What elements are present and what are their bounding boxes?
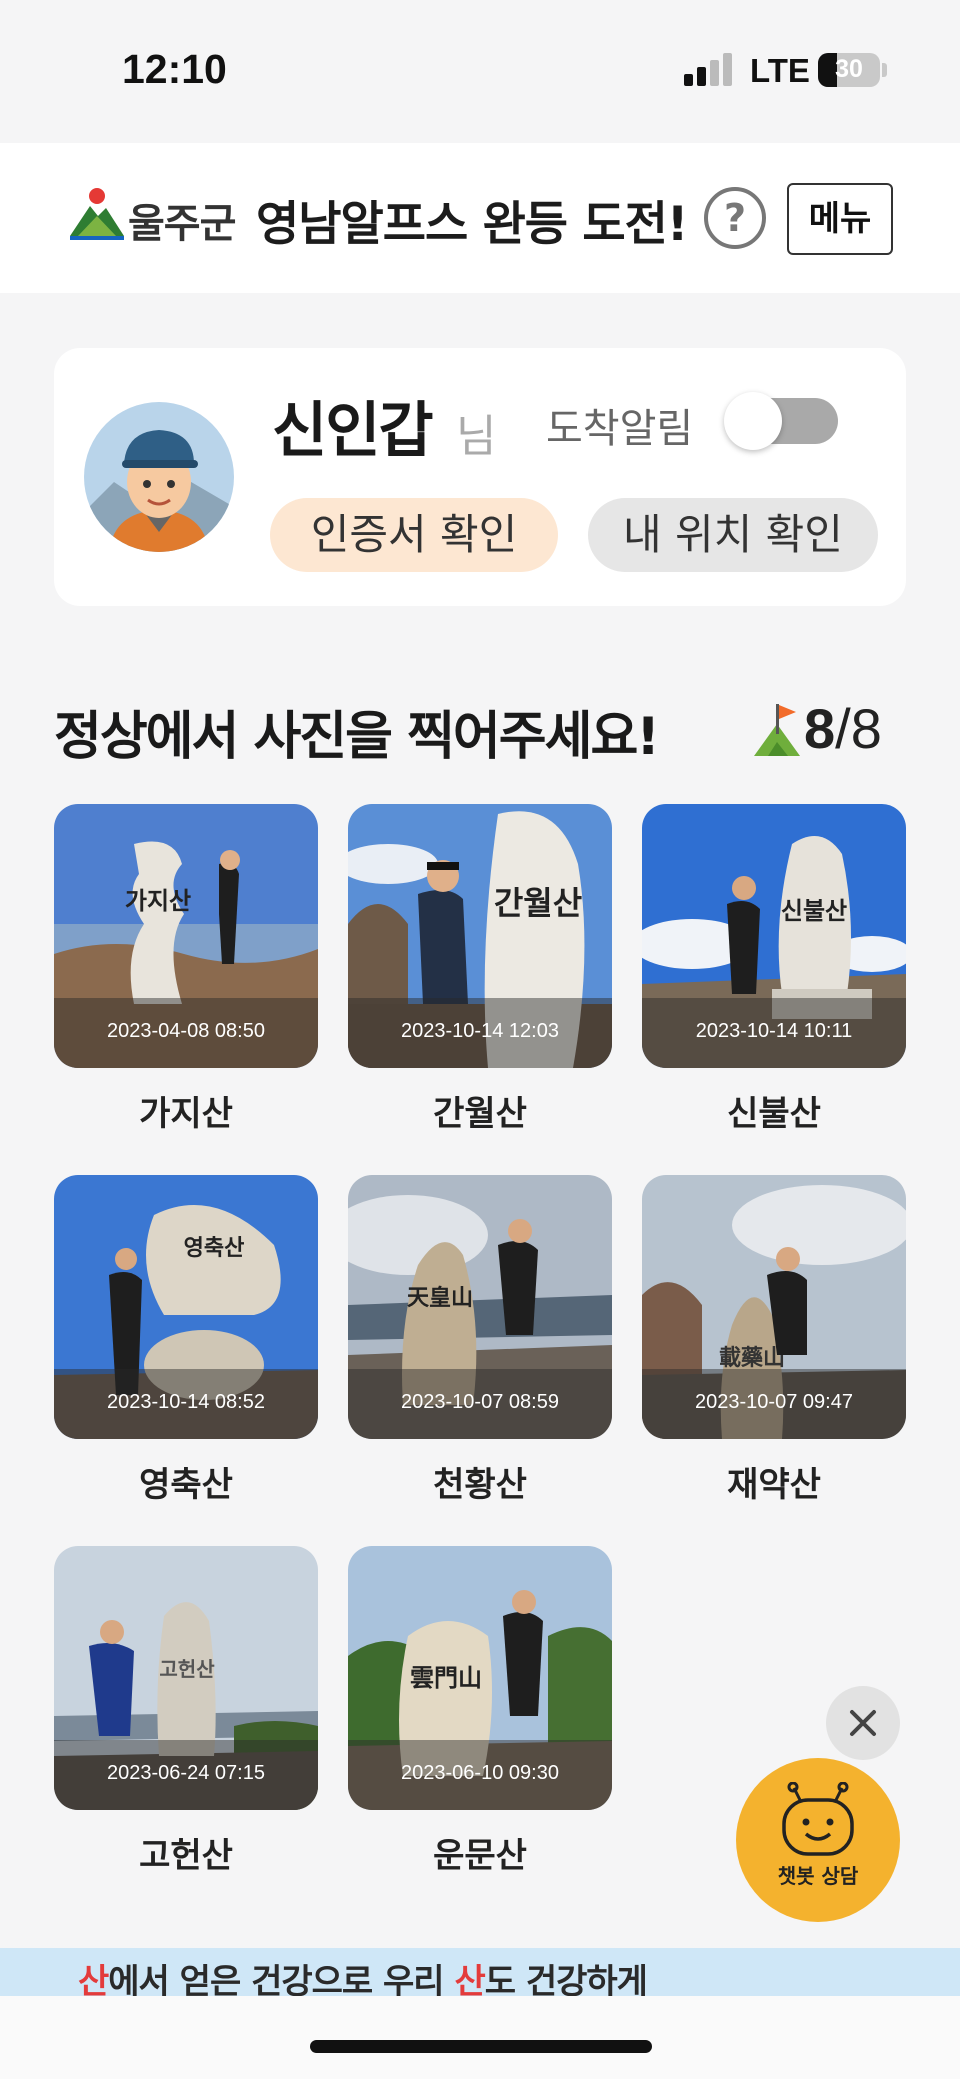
battery-level: 30	[835, 55, 863, 83]
summit-photo[interactable]: 고헌산 2023-06-24 07:15	[54, 1546, 318, 1810]
mountain-card-cheonhwang[interactable]: 天皇山 2023-10-07 08:59 천황산	[348, 1175, 612, 1506]
chatbot-button[interactable]: 챗봇 상담	[736, 1758, 900, 1922]
toggle-knob	[724, 392, 782, 450]
banner-text: 산에서 얻은 건강으로 우리 산도 건강하게	[78, 1962, 648, 1996]
summit-photo[interactable]: 간월산 2023-10-14 12:03	[348, 804, 612, 1068]
stone-text: 天皇山	[407, 1285, 473, 1311]
mountain-card-sinbul[interactable]: 신불산 2023-10-14 10:11 신불산	[642, 804, 906, 1135]
summit-done: 8	[804, 697, 836, 760]
page-title: 영남알프스 완등 도전!	[256, 197, 688, 252]
arrival-alarm-label: 도착알림	[546, 406, 694, 452]
user-name: 신인갑	[272, 396, 434, 466]
home-indicator[interactable]	[310, 2040, 652, 2053]
mountain-name: 천황산	[433, 1465, 527, 1505]
status-time: 12:10	[122, 46, 227, 92]
mountain-name: 운문산	[433, 1836, 527, 1876]
battery-icon: 30	[818, 53, 880, 87]
user-suffix: 님	[456, 411, 497, 462]
stone-text: 고헌산	[159, 1657, 215, 1681]
status-bar: 12:10 LTE 30	[0, 0, 960, 143]
photo-date: 2023-06-24 07:15	[54, 1740, 318, 1810]
mountain-card-yeongchuk[interactable]: 영축산 2023-10-14 08:52 영축산	[54, 1175, 318, 1506]
close-chatbot-button[interactable]	[826, 1686, 900, 1760]
mountain-name: 신불산	[727, 1094, 821, 1134]
question-circle-icon[interactable]: ?	[704, 187, 766, 249]
photo-date: 2023-06-10 09:30	[348, 1740, 612, 1810]
photo-date: 2023-10-07 08:59	[348, 1369, 612, 1439]
summit-photo[interactable]: 신불산 2023-10-14 10:11	[642, 804, 906, 1068]
mountain-name: 고헌산	[139, 1836, 233, 1876]
signal-icon	[684, 53, 732, 86]
network-type: LTE	[750, 52, 810, 89]
mountain-card-goheon[interactable]: 고헌산 2023-06-24 07:15 고헌산	[54, 1546, 318, 1877]
app-header: 울주군 영남알프스 완등 도전! ? 메뉴	[0, 143, 960, 293]
summit-total: 8	[850, 697, 882, 760]
home-area	[0, 1996, 960, 2079]
stone-text: 영축산	[184, 1236, 245, 1261]
chatbot-face-icon	[782, 1782, 854, 1856]
summit-separator: /	[835, 697, 851, 760]
avatar	[84, 402, 234, 552]
mountain-name: 영축산	[139, 1465, 233, 1505]
mountain-name: 재약산	[727, 1465, 821, 1505]
certificate-button[interactable]: 인증서 확인	[270, 498, 558, 572]
summit-photo[interactable]: 雲門山 2023-06-10 09:30	[348, 1546, 612, 1810]
ulju-logo-icon	[70, 188, 124, 240]
promo-banner[interactable]: 산에서 얻은 건강으로 우리 산도 건강하게	[0, 1948, 960, 1996]
battery-tip	[882, 63, 887, 77]
stone-text: 載藥山	[719, 1345, 785, 1371]
mountain-card-ganwol[interactable]: 간월산 2023-10-14 12:03 간월산	[348, 804, 612, 1135]
mountain-card-gaji[interactable]: 가지산 2023-04-08 08:50 가지산	[54, 804, 318, 1135]
mountain-name: 간월산	[433, 1094, 527, 1134]
stone-text: 雲門山	[410, 1664, 482, 1692]
stone-text: 간월산	[494, 884, 582, 922]
summit-photo[interactable]: 가지산 2023-04-08 08:50	[54, 804, 318, 1068]
stone-text: 가지산	[125, 887, 191, 915]
arrival-alarm-toggle[interactable]	[724, 392, 838, 450]
photo-date: 2023-04-08 08:50	[54, 998, 318, 1068]
photo-date: 2023-10-14 08:52	[54, 1369, 318, 1439]
chatbot-label: 챗봇 상담	[777, 1864, 859, 1888]
section-title: 정상에서 사진을 찍어주세요!	[54, 707, 660, 767]
menu-button[interactable]: 메뉴	[787, 183, 893, 255]
summit-progress: 8/8	[804, 696, 882, 761]
photo-date: 2023-10-14 10:11	[642, 998, 906, 1068]
profile-card: 신인갑 님 도착알림 인증서 확인 내 위치 확인	[54, 348, 906, 606]
photo-date: 2023-10-14 12:03	[348, 998, 612, 1068]
logo-text: 울주군	[128, 201, 236, 247]
summit-photo[interactable]: 영축산 2023-10-14 08:52	[54, 1175, 318, 1439]
mountain-card-unmun[interactable]: 雲門山 2023-06-10 09:30 운문산	[348, 1546, 612, 1877]
stone-text: 신불산	[781, 897, 847, 925]
mountain-card-jaeyak[interactable]: 載藥山 2023-10-07 09:47 재약산	[642, 1175, 906, 1506]
summit-photo[interactable]: 載藥山 2023-10-07 09:47	[642, 1175, 906, 1439]
close-icon	[850, 1710, 876, 1736]
my-location-button[interactable]: 내 위치 확인	[588, 498, 878, 572]
summit-photo[interactable]: 天皇山 2023-10-07 08:59	[348, 1175, 612, 1439]
summit-flag-icon	[754, 704, 800, 756]
photo-date: 2023-10-07 09:47	[642, 1369, 906, 1439]
mountain-name: 가지산	[139, 1094, 233, 1134]
